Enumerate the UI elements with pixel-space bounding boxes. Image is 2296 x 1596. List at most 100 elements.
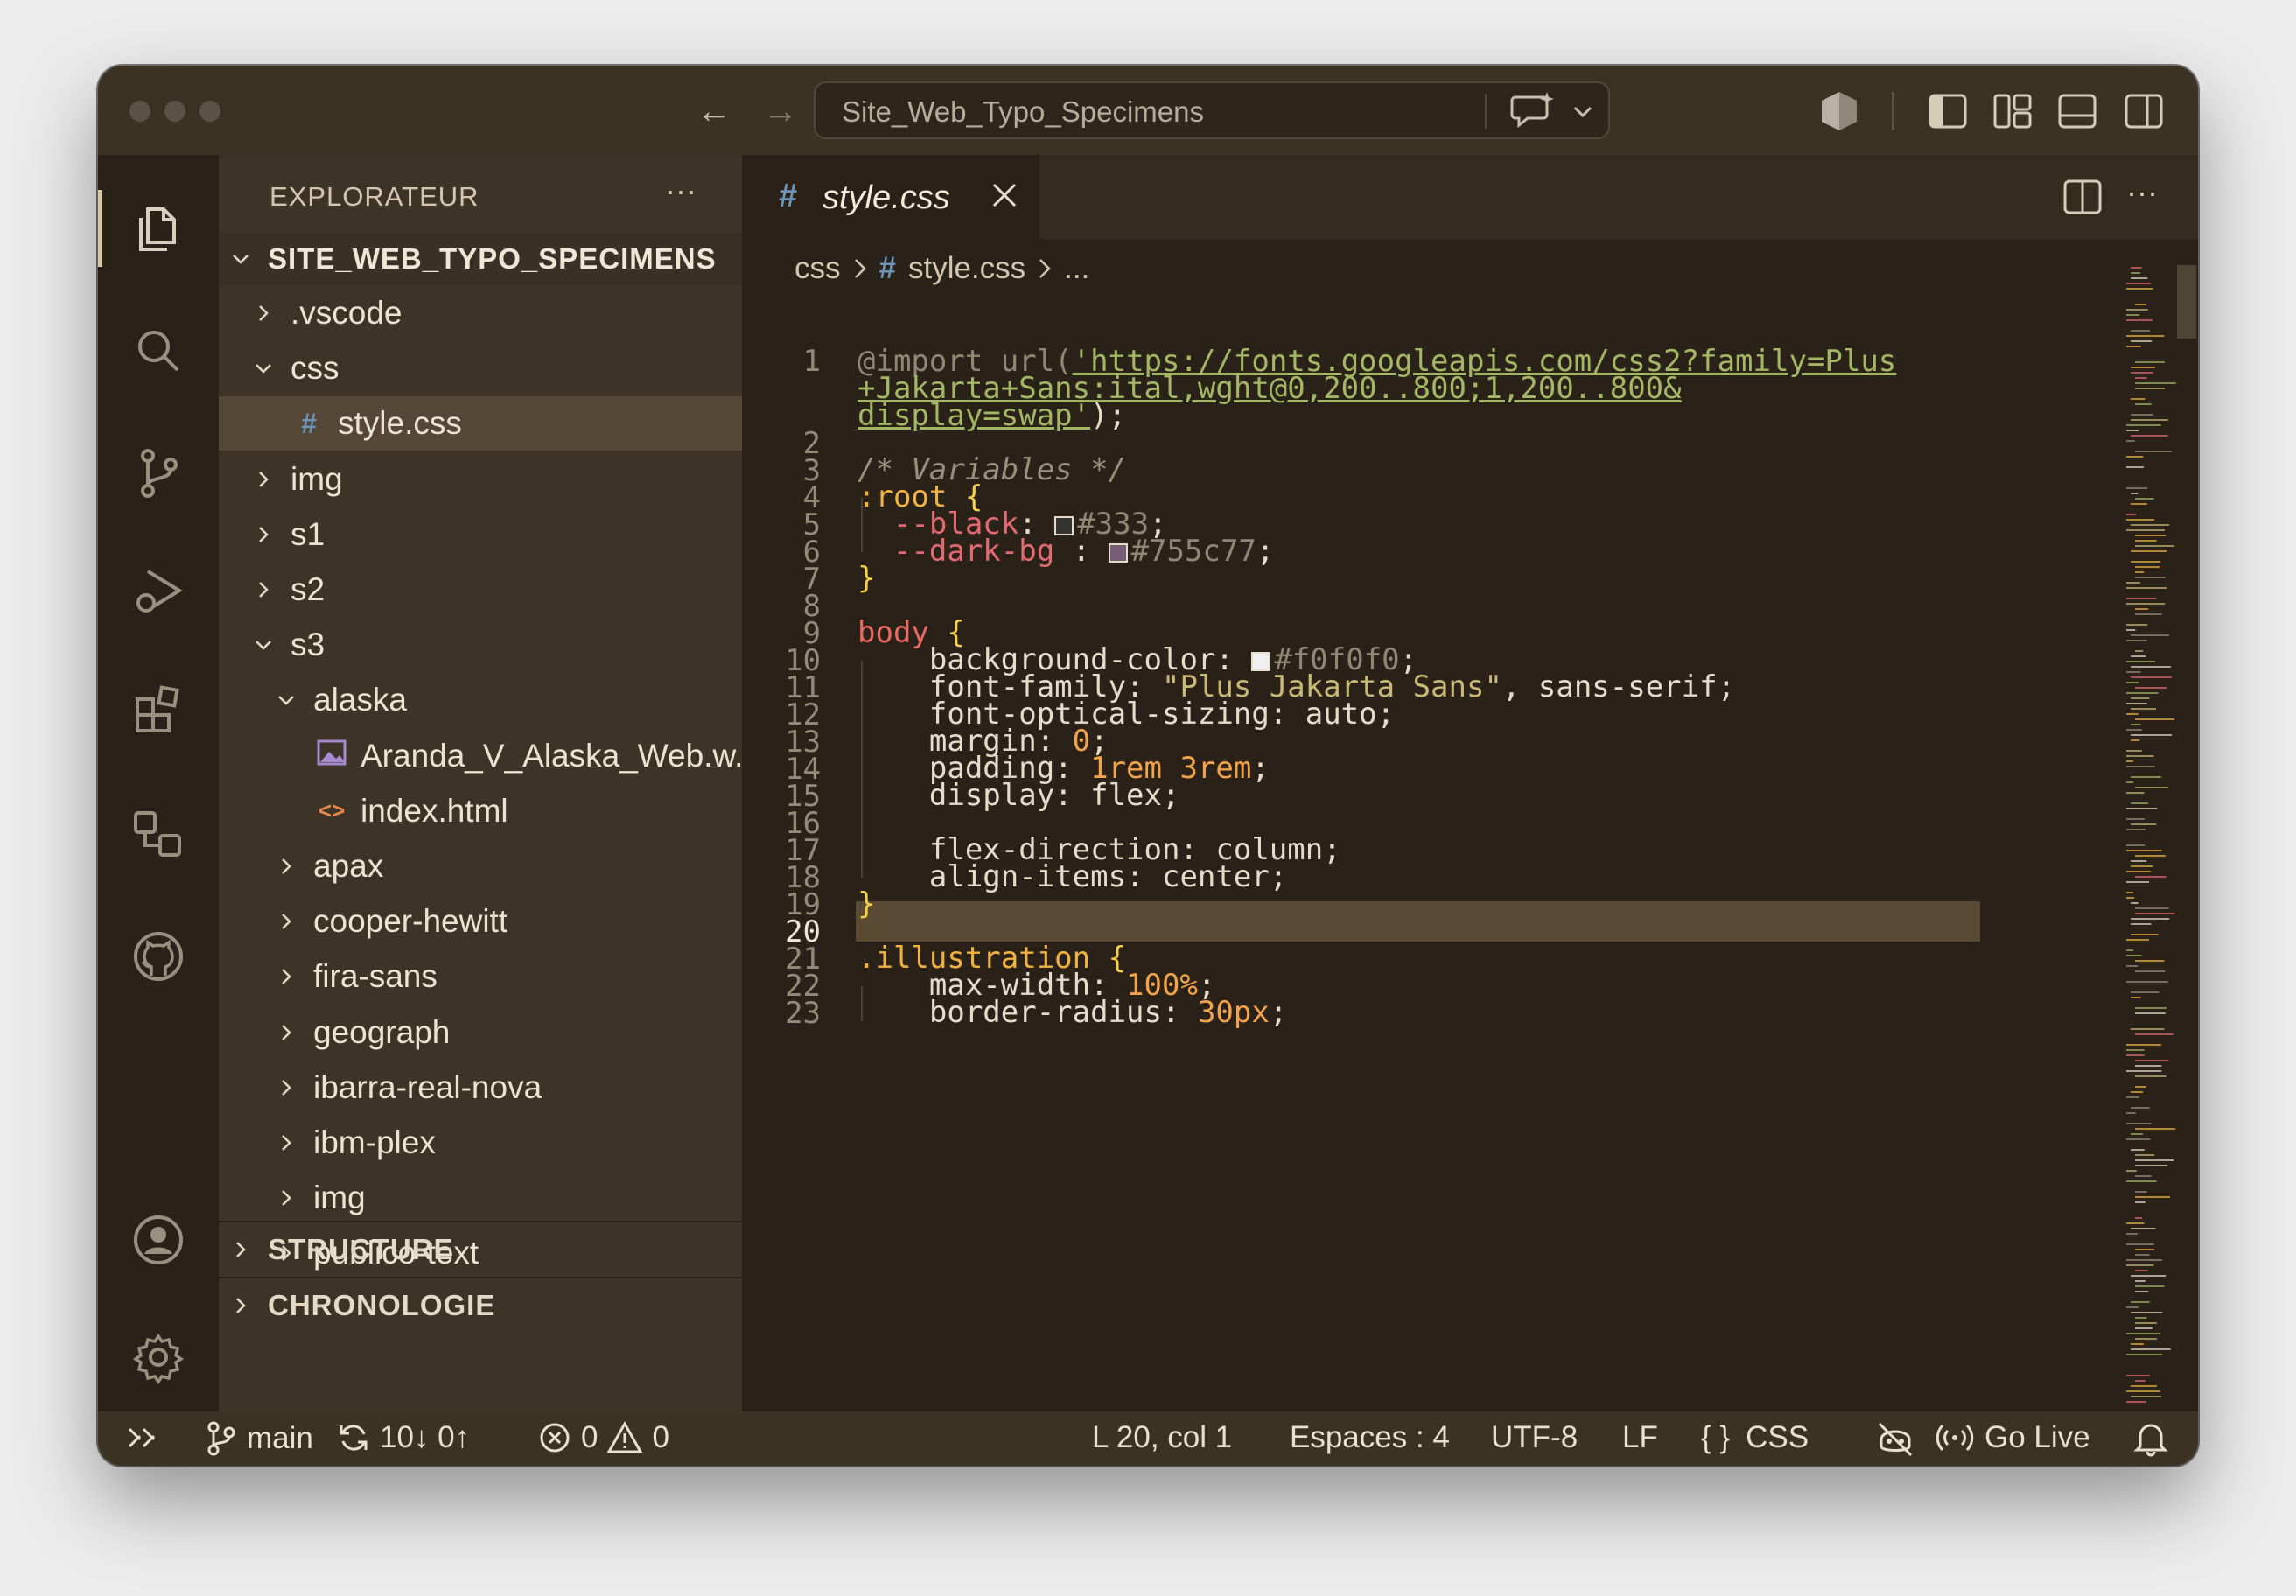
breadcrumb-file[interactable]: style.css bbox=[908, 251, 1026, 286]
command-center[interactable]: Site_Web_Typo_Specimens bbox=[814, 81, 1610, 139]
remote-explorer-icon[interactable] bbox=[120, 795, 197, 872]
copilot-status[interactable] bbox=[1874, 1420, 1916, 1457]
forward-arrow-icon[interactable]: → bbox=[756, 87, 805, 136]
chevron-right-icon bbox=[259, 582, 269, 598]
minimap-line bbox=[2126, 335, 2165, 337]
code-token: : bbox=[1054, 534, 1109, 569]
minimap-line bbox=[2135, 535, 2166, 536]
minimap-line bbox=[2135, 718, 2174, 720]
tree-item[interactable]: # style.css bbox=[219, 396, 742, 452]
breadcrumb-folder[interactable]: css bbox=[794, 251, 841, 286]
minimize-window-button[interactable] bbox=[164, 101, 186, 122]
zoom-window-button[interactable] bbox=[200, 101, 220, 122]
sync-indicator[interactable]: 10↓ 0↑ bbox=[336, 1420, 470, 1455]
minimap-line bbox=[2135, 1322, 2157, 1324]
tree-item[interactable]: s1 bbox=[219, 508, 742, 562]
tree-item[interactable]: img bbox=[219, 452, 742, 507]
line-number: 23 bbox=[785, 996, 821, 1031]
minimap-line bbox=[2126, 671, 2141, 673]
notifications-button[interactable] bbox=[2133, 1420, 2168, 1457]
minimap-line bbox=[2131, 734, 2173, 736]
tree-item[interactable]: <> index.html bbox=[219, 784, 742, 838]
tree-item[interactable]: apax bbox=[219, 839, 742, 893]
accounts-icon[interactable] bbox=[120, 1201, 197, 1278]
tree-item[interactable]: cooper-hewitt bbox=[219, 894, 742, 948]
minimap-line bbox=[2126, 529, 2165, 531]
minimap-line bbox=[2131, 1301, 2150, 1303]
code-line: --dark-bg : #755c77; bbox=[858, 534, 1274, 569]
tree-item[interactable]: geograph bbox=[219, 1005, 742, 1060]
extensions-icon[interactable] bbox=[120, 671, 197, 748]
minimap-line bbox=[2135, 1012, 2166, 1014]
back-arrow-icon[interactable]: ← bbox=[690, 87, 738, 136]
color-swatch[interactable] bbox=[1054, 515, 1074, 536]
toggle-primary-sidebar-icon[interactable] bbox=[1923, 87, 1972, 136]
close-icon[interactable] bbox=[989, 179, 1020, 211]
code-token[interactable]: display=swap' bbox=[858, 398, 1090, 433]
tree-item[interactable]: Aranda_V_Alaska_Web.w... bbox=[219, 729, 761, 783]
explorer-icon[interactable] bbox=[98, 190, 197, 267]
go-live-button[interactable]: Go Live bbox=[1934, 1420, 2090, 1455]
tab-style-css[interactable]: # style.css bbox=[742, 155, 1040, 239]
minimap[interactable] bbox=[2124, 265, 2186, 1411]
tree-item[interactable]: s2 bbox=[219, 563, 742, 617]
indentation[interactable]: Espaces : 4 bbox=[1290, 1420, 1450, 1455]
minimap-line bbox=[2126, 939, 2149, 941]
branch-indicator[interactable]: main bbox=[203, 1420, 313, 1457]
language-mode[interactable]: { } CSS bbox=[1701, 1420, 1809, 1455]
structure-section[interactable]: STRUCTURE bbox=[219, 1222, 754, 1277]
more-actions-button[interactable]: ··· bbox=[665, 172, 696, 209]
tree-item[interactable]: s3 bbox=[219, 618, 742, 672]
minimap-line bbox=[2131, 902, 2138, 904]
tree-item[interactable]: img bbox=[219, 1171, 742, 1225]
tree-item-label: s1 bbox=[290, 515, 326, 552]
toggle-secondary-sidebar-icon[interactable] bbox=[2119, 87, 2168, 136]
customize-layout-icon[interactable] bbox=[1988, 87, 2037, 136]
color-swatch[interactable] bbox=[1108, 542, 1128, 563]
code-line: display=swap'); bbox=[858, 398, 1126, 433]
github-icon[interactable] bbox=[120, 918, 197, 995]
tree-item[interactable]: css bbox=[219, 341, 742, 396]
vertical-scrollbar[interactable] bbox=[2177, 265, 2196, 339]
toggle-panel-icon[interactable] bbox=[2053, 87, 2102, 136]
minimap-line bbox=[2135, 571, 2145, 573]
cursor-position[interactable]: L 20, col 1 bbox=[1092, 1420, 1232, 1455]
code-token: } bbox=[858, 561, 876, 596]
copilot-chat-icon[interactable] bbox=[1507, 90, 1559, 132]
search-icon[interactable] bbox=[120, 312, 197, 389]
minimap-line bbox=[2126, 781, 2134, 783]
minimap-line bbox=[2131, 503, 2147, 505]
chevron-right-icon bbox=[282, 1190, 291, 1207]
tree-item[interactable]: ibarra-real-nova bbox=[219, 1060, 742, 1115]
close-window-button[interactable] bbox=[130, 101, 150, 122]
workspace-root[interactable]: SITE_WEB_TYPO_SPECIMENS bbox=[219, 232, 742, 286]
encoding[interactable]: UTF-8 bbox=[1491, 1420, 1578, 1455]
minimap-line bbox=[2126, 1333, 2161, 1334]
tree-item[interactable]: alaska bbox=[219, 673, 742, 727]
tree-item[interactable]: ibm-plex bbox=[219, 1116, 742, 1170]
line-ending[interactable]: LF bbox=[1622, 1420, 1658, 1455]
chevron-down-icon[interactable] bbox=[1570, 95, 1596, 127]
minimap-line bbox=[2135, 1060, 2169, 1061]
tree-item[interactable]: fira-sans bbox=[219, 949, 742, 1004]
timeline-section[interactable]: CHRONOLOGIE bbox=[219, 1278, 754, 1333]
source-control-icon[interactable] bbox=[120, 435, 197, 512]
minimap-line bbox=[2135, 1338, 2157, 1340]
minimap-line bbox=[2126, 766, 2155, 767]
problems-indicator[interactable]: 0 0 bbox=[537, 1420, 669, 1455]
breadcrumb-symbol[interactable]: ... bbox=[1064, 251, 1089, 286]
settings-gear-icon[interactable] bbox=[120, 1319, 197, 1396]
run-debug-icon[interactable] bbox=[120, 554, 197, 631]
minimap-line bbox=[2126, 346, 2141, 347]
minimap-line bbox=[2135, 1033, 2174, 1035]
minimap-line bbox=[2131, 991, 2160, 993]
split-editor-icon[interactable] bbox=[2058, 172, 2107, 221]
color-swatch[interactable] bbox=[1251, 651, 1271, 671]
remote-indicator[interactable] bbox=[124, 1420, 159, 1455]
code-editor[interactable]: 1 2 3 4 5 6 7 8 9 10 11 12 13 14 15 16 17 18 19 20 21 22 23 @i… bbox=[742, 295, 2116, 1411]
accounts-shield-icon[interactable] bbox=[1815, 87, 1864, 136]
more-actions-button[interactable]: ··· bbox=[2126, 174, 2158, 211]
tree-item-label: fira-sans bbox=[313, 958, 438, 995]
tree-item[interactable]: .vscode bbox=[219, 286, 742, 340]
minimap-line bbox=[2135, 577, 2166, 578]
